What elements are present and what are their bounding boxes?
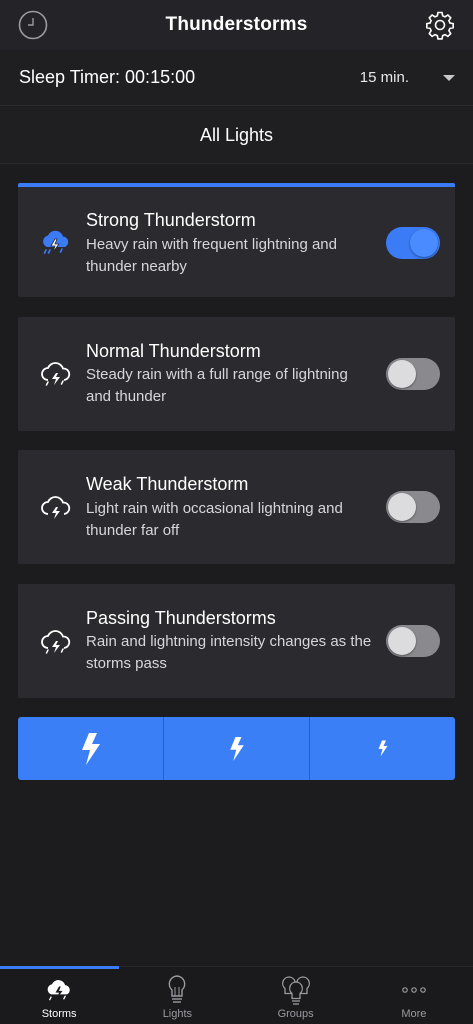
storm-toggle[interactable]: [386, 491, 440, 523]
storm-description: Steady rain with a full range of lightni…: [86, 366, 348, 405]
storm-description: Rain and lightning intensity changes as …: [86, 633, 372, 672]
storm-cloud-icon: [41, 362, 71, 386]
intensity-medium-button[interactable]: [164, 717, 310, 780]
toggle-knob: [388, 627, 416, 655]
storm-cloud-icon: [47, 980, 70, 1001]
lightbulb-icon: [168, 975, 186, 1003]
storm-description: Heavy rain with frequent lightning and t…: [86, 236, 337, 275]
page-title: Thunderstorms: [165, 14, 308, 35]
all-lights-label: All Lights: [199, 124, 274, 145]
storm-card-strong[interactable]: Strong Thunderstorm Heavy rain with freq…: [18, 183, 455, 297]
sleep-timer-label: Sleep Timer: 00:15:00: [19, 67, 196, 87]
storm-cloud-icon: [43, 230, 69, 254]
tab-lights[interactable]: Lights: [118, 967, 236, 1024]
toggle-knob: [410, 229, 438, 257]
clock-icon[interactable]: [18, 10, 48, 40]
storm-name: Passing Thunderstorms: [86, 608, 276, 628]
gear-icon[interactable]: [425, 10, 455, 40]
intensity-strong-button[interactable]: [18, 717, 164, 780]
tab-groups[interactable]: Groups: [237, 967, 355, 1024]
all-lights-button[interactable]: All Lights: [0, 107, 473, 164]
toggle-knob: [388, 493, 416, 521]
storm-description: Light rain with occasional lightning and…: [86, 500, 343, 539]
tab-label: Storms: [41, 1008, 77, 1020]
storm-name: Normal Thunderstorm: [86, 341, 261, 361]
tab-label: More: [401, 1008, 427, 1020]
app: Thunderstorms Sleep Timer: 00:15:00 15 m…: [0, 0, 473, 1024]
storm-cloud-icon: [41, 496, 71, 519]
tab-label: Lights: [162, 1008, 193, 1020]
toggle-knob: [388, 360, 416, 388]
tab-bar: Storms Lights Groups More: [0, 966, 473, 1024]
storm-toggle[interactable]: [386, 227, 440, 259]
header: Thunderstorms: [0, 0, 473, 50]
storm-name: Weak Thunderstorm: [86, 474, 249, 494]
sleep-timer-value: 15 min.: [359, 69, 409, 86]
storm-card-passing[interactable]: Passing Thunderstorms Rain and lightning…: [18, 584, 455, 698]
storm-toggle[interactable]: [386, 625, 440, 657]
intensity-weak-button[interactable]: [310, 717, 455, 780]
tab-storms[interactable]: Storms: [0, 967, 118, 1024]
storm-toggle[interactable]: [386, 358, 440, 390]
active-tab-indicator: [0, 966, 119, 969]
lightning-medium-icon: [229, 736, 244, 761]
tab-more[interactable]: More: [355, 967, 473, 1024]
storm-card-weak[interactable]: Weak Thunderstorm Light rain with occasi…: [18, 450, 455, 564]
storm-name: Strong Thunderstorm: [86, 210, 256, 230]
lightning-large-icon: [81, 732, 100, 765]
sleep-timer-dropdown[interactable]: 15 min.: [360, 69, 455, 86]
tab-label: Groups: [277, 1008, 314, 1020]
chevron-down-icon: [443, 74, 455, 81]
more-dots-icon: [402, 987, 426, 993]
storm-cloud-icon: [41, 630, 71, 654]
intensity-selector: [18, 717, 455, 780]
lightbulb-group-icon: [281, 976, 310, 1005]
sleep-timer-row: Sleep Timer: 00:15:00 15 min.: [0, 50, 473, 106]
storm-card-normal[interactable]: Normal Thunderstorm Steady rain with a f…: [18, 317, 455, 431]
lightning-small-icon: [378, 740, 387, 757]
